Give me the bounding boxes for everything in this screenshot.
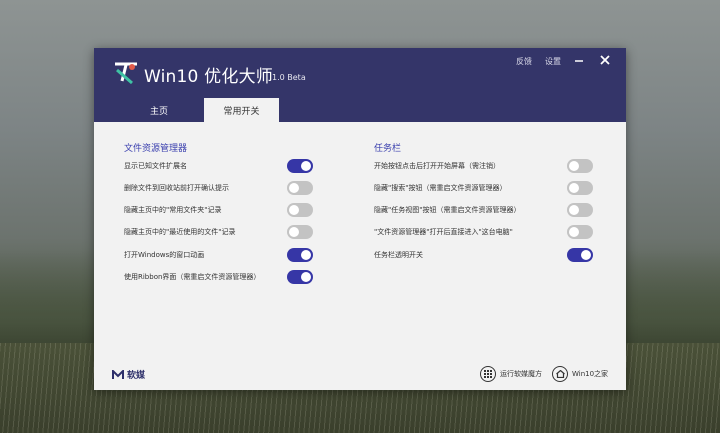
app-logo-icon xyxy=(115,62,137,85)
taskbar-section-title: 任务栏 xyxy=(374,144,402,154)
close-icon xyxy=(600,55,610,65)
ruanmei-brand[interactable]: 软媒 xyxy=(112,368,145,381)
toggle-knob xyxy=(301,250,311,260)
run-magic-cube-label: 运行软媒魔方 xyxy=(500,370,542,378)
toggle-knob xyxy=(569,161,579,171)
toggle-knob xyxy=(569,205,579,215)
toggle-hide-frequent-folders[interactable] xyxy=(287,203,313,217)
toggle-knob xyxy=(289,205,299,215)
brand-label: 软媒 xyxy=(127,371,146,381)
setting-row: 显示已知文件扩展名 xyxy=(124,158,187,174)
setting-row: "文件资源管理器"打开后直接进入"这台电脑" xyxy=(374,224,513,240)
app-window: Win10 优化大师 1.0 Beta 反馈 设置 主页 常用开关 文件资源管理… xyxy=(94,48,626,390)
toggle-knob xyxy=(289,183,299,193)
toggle-delete-confirm[interactable] xyxy=(287,181,313,195)
setting-label: 隐藏主页中的"常用文件夹"记录 xyxy=(124,206,222,214)
toggle-knob xyxy=(581,250,591,260)
toggle-knob xyxy=(301,161,311,171)
tab-home[interactable]: 主页 xyxy=(124,98,194,122)
toggle-knob xyxy=(289,227,299,237)
toggle-show-extensions[interactable] xyxy=(287,159,313,173)
feedback-link[interactable]: 反馈 xyxy=(516,56,532,67)
toggle-start-screen[interactable] xyxy=(567,159,593,173)
setting-row: 隐藏"搜索"按钮（需重启文件资源管理器） xyxy=(374,180,506,196)
toggle-taskbar-transparency[interactable] xyxy=(567,248,593,262)
setting-row: 隐藏主页中的"最近使用的文件"记录 xyxy=(124,224,235,240)
setting-label: 隐藏"搜索"按钮（需重启文件资源管理器） xyxy=(374,184,507,192)
setting-row: 任务栏透明开关 xyxy=(374,247,423,263)
ruanmei-logo-icon xyxy=(112,369,124,379)
setting-row: 开始按钮点击后打开开始屏幕（需注销） xyxy=(374,158,500,174)
toggle-knob xyxy=(301,272,311,282)
setting-label: 删除文件到回收站前打开确认提示 xyxy=(124,184,229,192)
home-icon xyxy=(552,366,568,382)
setting-label: 开始按钮点击后打开开始屏幕（需注销） xyxy=(374,162,500,170)
toggle-hide-search[interactable] xyxy=(567,181,593,195)
setting-label: 任务栏透明开关 xyxy=(374,251,423,259)
setting-label: 隐藏主页中的"最近使用的文件"记录 xyxy=(124,228,236,236)
toggle-ribbon-ui[interactable] xyxy=(287,270,313,284)
close-button[interactable] xyxy=(596,52,614,68)
tab-common-switches[interactable]: 常用开关 xyxy=(204,98,279,122)
setting-label: 隐藏"任务视图"按钮（需重启文件资源管理器） xyxy=(374,206,521,214)
minimize-icon xyxy=(575,60,583,62)
file-explorer-section-title: 文件资源管理器 xyxy=(124,144,188,154)
setting-row: 隐藏"任务视图"按钮（需重启文件资源管理器） xyxy=(374,202,520,218)
toggle-hide-recent-files[interactable] xyxy=(287,225,313,239)
app-title: Win10 优化大师 xyxy=(144,67,273,87)
toggle-knob xyxy=(569,183,579,193)
setting-label: 使用Ribbon界面（需重启文件资源管理器） xyxy=(124,273,261,281)
toggle-knob xyxy=(569,227,579,237)
toggle-hide-task-view[interactable] xyxy=(567,203,593,217)
setting-label: 打开Windows的窗口动画 xyxy=(124,251,205,259)
toggle-window-animation[interactable] xyxy=(287,248,313,262)
toggle-open-this-pc[interactable] xyxy=(567,225,593,239)
setting-label: 显示已知文件扩展名 xyxy=(124,162,187,170)
minimize-button[interactable] xyxy=(570,52,588,68)
setting-row: 使用Ribbon界面（需重启文件资源管理器） xyxy=(124,269,260,285)
title-bar: Win10 优化大师 1.0 Beta 反馈 设置 主页 常用开关 xyxy=(94,48,626,122)
settings-link[interactable]: 设置 xyxy=(545,56,561,67)
grid-icon xyxy=(480,366,496,382)
run-magic-cube-button[interactable]: 运行软媒魔方 xyxy=(480,366,542,382)
setting-row: 隐藏主页中的"常用文件夹"记录 xyxy=(124,202,221,218)
setting-row: 打开Windows的窗口动画 xyxy=(124,247,204,263)
win10-home-button[interactable]: Win10之家 xyxy=(552,366,608,382)
setting-label: "文件资源管理器"打开后直接进入"这台电脑" xyxy=(374,228,513,236)
win10-home-label: Win10之家 xyxy=(572,370,609,378)
setting-row: 删除文件到回收站前打开确认提示 xyxy=(124,180,229,196)
app-version: 1.0 Beta xyxy=(272,73,306,82)
